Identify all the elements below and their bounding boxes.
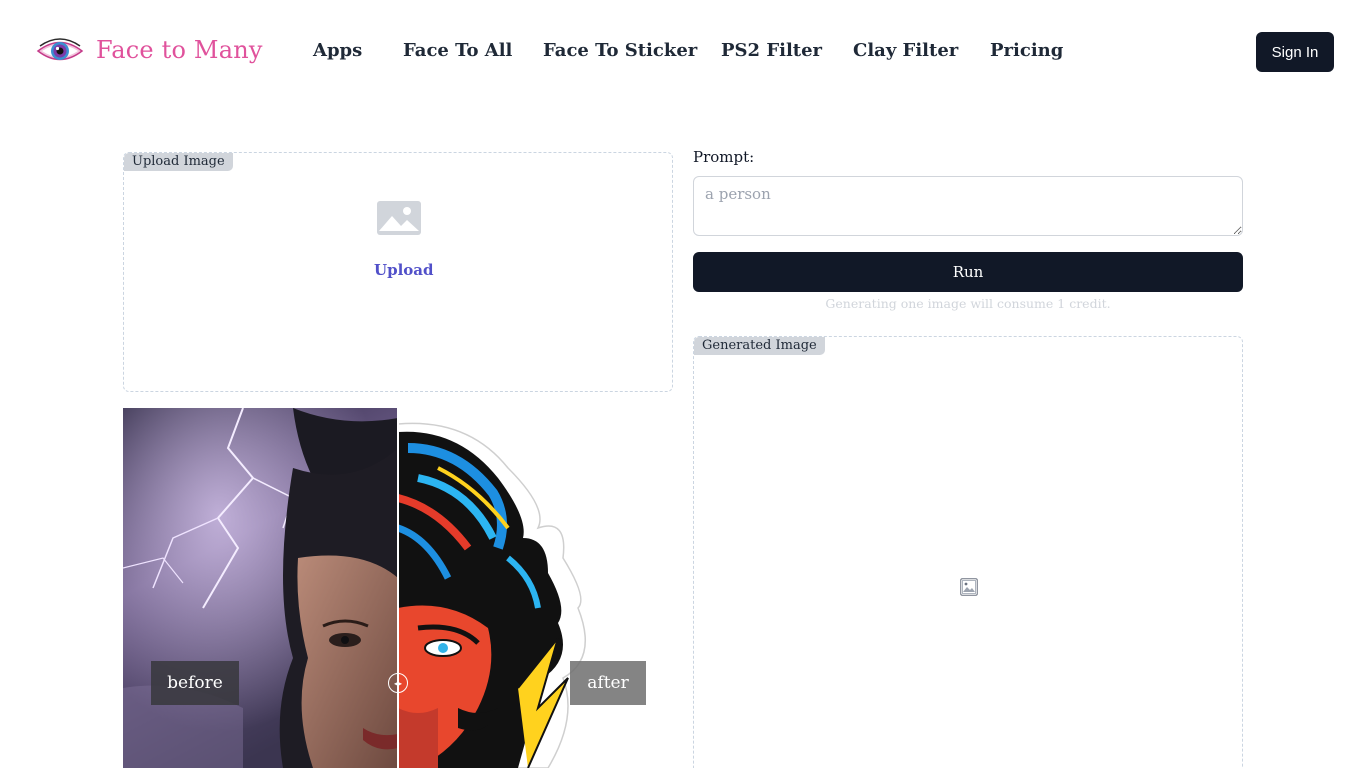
nav-face-to-sticker[interactable]: Face To Sticker — [543, 40, 697, 61]
upload-image-label: Upload Image — [124, 153, 233, 171]
sign-in-button[interactable]: Sign In — [1256, 32, 1334, 72]
before-after-compare[interactable]: ◂▸ before after — [123, 408, 673, 768]
after-image — [398, 408, 673, 768]
generated-image-label: Generated Image — [694, 337, 825, 355]
nav-apps[interactable]: Apps — [313, 40, 362, 61]
generated-image-panel: Generated Image — [693, 336, 1243, 768]
upload-link[interactable]: Upload — [374, 261, 433, 279]
image-upload-icon — [377, 201, 421, 235]
logo[interactable] — [36, 34, 84, 68]
upload-dropzone[interactable]: Upload Image Upload — [123, 152, 673, 392]
nav-face-to-all[interactable]: Face To All — [403, 40, 512, 61]
nav-pricing[interactable]: Pricing — [990, 40, 1063, 61]
site-header: Face to Many Apps Face To All Face To St… — [0, 0, 1366, 104]
broken-image-icon — [960, 578, 978, 596]
after-tag: after — [570, 661, 646, 705]
compare-divider[interactable] — [397, 408, 399, 768]
eye-logo-icon — [36, 38, 84, 61]
prompt-input[interactable] — [693, 176, 1243, 236]
credit-note: Generating one image will consume 1 cred… — [825, 296, 1111, 311]
nav-clay-filter[interactable]: Clay Filter — [853, 40, 958, 61]
before-tag: before — [151, 661, 239, 705]
before-image — [123, 408, 398, 768]
compare-handle-icon[interactable]: ◂▸ — [388, 673, 408, 693]
brand-name[interactable]: Face to Many — [96, 36, 263, 64]
nav-ps2-filter[interactable]: PS2 Filter — [721, 40, 822, 61]
run-button[interactable]: Run — [693, 252, 1243, 292]
prompt-label: Prompt: — [693, 148, 755, 166]
